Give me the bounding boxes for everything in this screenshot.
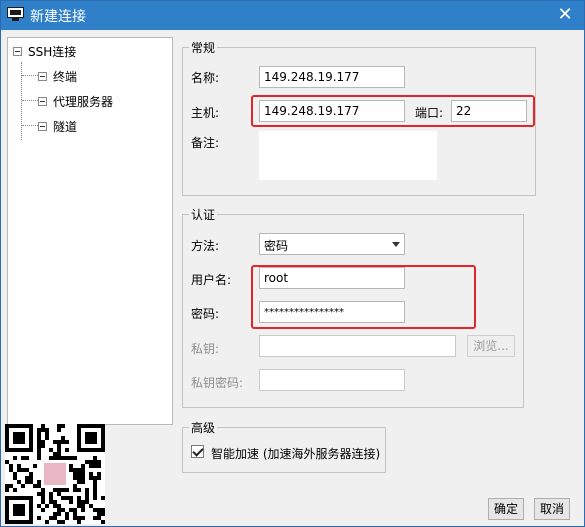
settings-tree: SSH连接 终端 代理服务器 隧道 bbox=[7, 37, 173, 425]
note-label: 备注: bbox=[191, 136, 220, 150]
key-password-field[interactable] bbox=[259, 369, 405, 391]
smart-accel-checkbox[interactable] bbox=[191, 445, 204, 458]
terminal-monitor-icon bbox=[7, 7, 24, 22]
tree-item-ssh[interactable]: SSH连接 bbox=[13, 42, 76, 60]
window-title: 新建连接 bbox=[30, 9, 86, 25]
credentials-highlight bbox=[251, 265, 476, 329]
method-select[interactable]: 密码 bbox=[259, 233, 405, 255]
password-label: 密码: bbox=[191, 307, 220, 321]
private-key-field[interactable] bbox=[259, 335, 456, 357]
collapse-icon[interactable] bbox=[13, 46, 22, 56]
key-password-label: 私钥密码: bbox=[191, 376, 244, 390]
qr-code-image bbox=[5, 424, 105, 524]
private-key-label: 私钥: bbox=[191, 342, 220, 356]
tree-item-label: 代理服务器 bbox=[53, 94, 114, 109]
collapse-icon[interactable] bbox=[38, 121, 47, 131]
method-value: 密码 bbox=[264, 239, 289, 253]
advanced-legend: 高级 bbox=[189, 419, 218, 436]
title-bar[interactable]: 新建连接 ✕ bbox=[1, 1, 584, 30]
new-connection-dialog: 新建连接 ✕ SSH连接 终端 代理服务器 隧道 常规 名称: 主机: 端口: bbox=[0, 0, 585, 527]
tree-connector bbox=[22, 125, 38, 126]
tree-connector bbox=[22, 75, 38, 76]
cancel-button[interactable]: 取消 bbox=[534, 498, 570, 520]
general-legend: 常规 bbox=[189, 39, 218, 56]
qr-code-graphic bbox=[5, 424, 105, 524]
smart-accel-label[interactable]: 智能加速 (加速海外服务器连接) bbox=[211, 445, 380, 462]
host-label: 主机: bbox=[191, 106, 220, 120]
name-label: 名称: bbox=[191, 71, 220, 85]
tree-connector bbox=[21, 62, 22, 140]
name-field[interactable] bbox=[259, 66, 405, 88]
tree-connector bbox=[22, 100, 38, 101]
tree-item-label: SSH连接 bbox=[28, 44, 77, 59]
browse-button[interactable]: 浏览... bbox=[467, 335, 515, 357]
close-icon[interactable]: ✕ bbox=[554, 3, 576, 27]
tree-item-tunnel[interactable]: 隧道 bbox=[38, 117, 77, 135]
ok-button[interactable]: 确定 bbox=[488, 498, 524, 520]
tree-item-label: 隧道 bbox=[53, 119, 78, 134]
username-label: 用户名: bbox=[191, 273, 232, 287]
chevron-down-icon[interactable] bbox=[392, 242, 400, 247]
tree-item-terminal[interactable]: 终端 bbox=[38, 67, 77, 85]
tree-item-proxy[interactable]: 代理服务器 bbox=[38, 92, 113, 110]
note-field[interactable] bbox=[258, 130, 438, 181]
tree-item-label: 终端 bbox=[53, 69, 78, 84]
method-label: 方法: bbox=[191, 239, 220, 253]
collapse-icon[interactable] bbox=[38, 71, 47, 81]
collapse-icon[interactable] bbox=[38, 96, 47, 106]
auth-legend: 认证 bbox=[189, 206, 218, 223]
host-port-highlight bbox=[251, 95, 535, 127]
